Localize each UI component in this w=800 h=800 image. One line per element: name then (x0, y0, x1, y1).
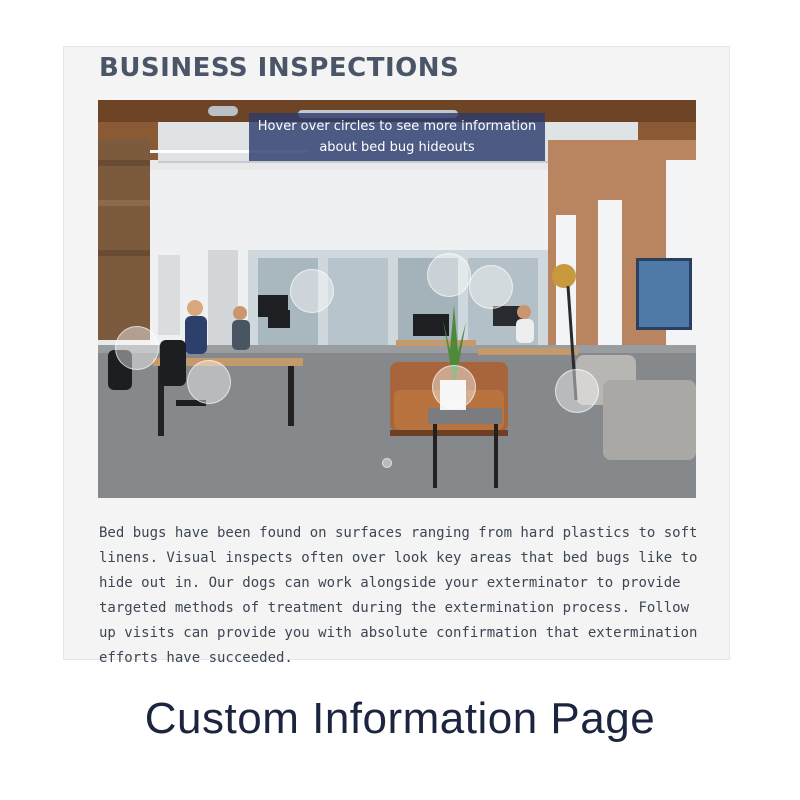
hotspot-3[interactable] (469, 265, 513, 309)
hotspot-1[interactable] (290, 269, 334, 313)
hotspot-8[interactable] (382, 458, 392, 468)
section-description: Bed bugs have been found on surfaces ran… (99, 525, 698, 666)
info-card: BUSINESS INSPECTIONS Hover over circles … (63, 46, 730, 666)
office-photo: Hover over circles to see more informati… (98, 100, 696, 498)
hotspot-2[interactable] (427, 253, 471, 297)
hotspot-7[interactable] (555, 369, 599, 413)
tooltip-line-1: Hover over circles to see more informati… (257, 119, 537, 134)
page-caption: Custom Information Page (144, 694, 656, 743)
hotspot-5[interactable] (187, 360, 231, 404)
section-title: BUSINESS INSPECTIONS (99, 53, 460, 83)
tooltip-line-2: about bed bug hideouts (319, 140, 475, 155)
hover-instruction-tooltip: Hover over circles to see more informati… (249, 113, 545, 161)
hotspot-6[interactable] (432, 365, 476, 409)
hotspot-4[interactable] (115, 326, 159, 370)
